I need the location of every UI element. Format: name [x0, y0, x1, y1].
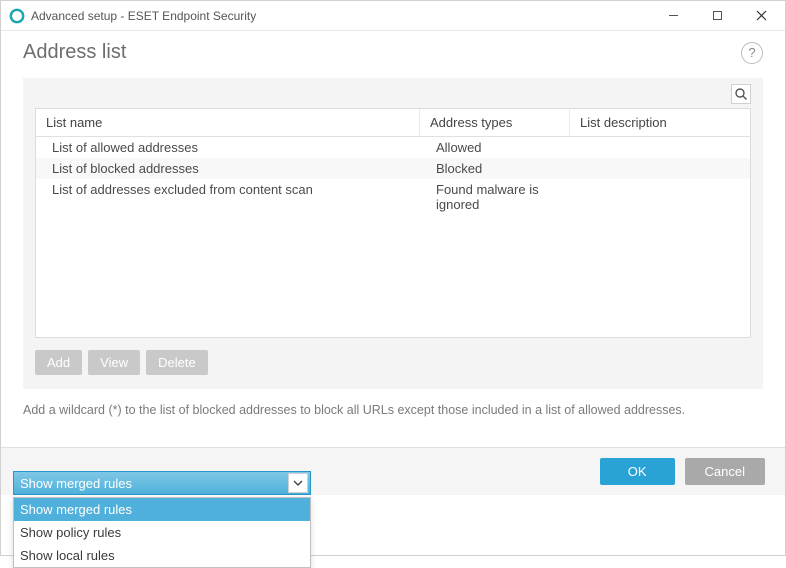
column-list-name[interactable]: List name — [36, 109, 420, 136]
page-header: Address list ? — [1, 31, 785, 78]
rules-filter-option[interactable]: Show policy rules — [14, 521, 310, 544]
cell-list-description — [570, 158, 750, 179]
ok-button[interactable]: OK — [600, 458, 675, 485]
content-panel: List name Address types List description… — [23, 78, 763, 389]
titlebar: Advanced setup - ESET Endpoint Security — [1, 1, 785, 31]
rules-filter-select[interactable]: Show merged rules — [13, 471, 311, 495]
page-title: Address list — [23, 41, 126, 64]
cell-address-type: Found malware is ignored — [420, 179, 570, 215]
search-button[interactable] — [731, 84, 751, 104]
window-controls — [651, 1, 783, 31]
help-button[interactable]: ? — [741, 42, 763, 64]
cell-address-type: Allowed — [420, 137, 570, 158]
minimize-button[interactable] — [651, 1, 695, 31]
row-actions: Add View Delete — [35, 350, 751, 375]
maximize-button[interactable] — [695, 1, 739, 31]
window-title: Advanced setup - ESET Endpoint Security — [31, 9, 651, 23]
view-button[interactable]: View — [88, 350, 140, 375]
table-body: List of allowed addresses Allowed List o… — [36, 137, 750, 337]
app-icon — [9, 8, 25, 24]
delete-button[interactable]: Delete — [146, 350, 208, 375]
close-button[interactable] — [739, 1, 783, 31]
cell-address-type: Blocked — [420, 158, 570, 179]
add-button[interactable]: Add — [35, 350, 82, 375]
rules-filter-option[interactable]: Show merged rules — [14, 498, 310, 521]
cell-list-description — [570, 137, 750, 158]
column-address-types[interactable]: Address types — [420, 109, 570, 136]
chevron-down-icon — [288, 473, 308, 493]
table-row[interactable]: List of allowed addresses Allowed — [36, 137, 750, 158]
rules-filter-dropdown: Show merged rules Show policy rules Show… — [13, 497, 311, 568]
cancel-button[interactable]: Cancel — [685, 458, 765, 485]
column-list-description[interactable]: List description — [570, 109, 750, 136]
cell-list-name: List of blocked addresses — [36, 158, 420, 179]
table-row[interactable]: List of blocked addresses Blocked — [36, 158, 750, 179]
table-header: List name Address types List description — [36, 109, 750, 137]
table-row[interactable]: List of addresses excluded from content … — [36, 179, 750, 215]
address-list-table: List name Address types List description… — [35, 108, 751, 338]
wildcard-hint: Add a wildcard (*) to the list of blocke… — [23, 403, 763, 417]
cell-list-name: List of addresses excluded from content … — [36, 179, 420, 215]
cell-list-name: List of allowed addresses — [36, 137, 420, 158]
rules-filter-selected: Show merged rules — [20, 476, 132, 491]
cell-list-description — [570, 179, 750, 215]
